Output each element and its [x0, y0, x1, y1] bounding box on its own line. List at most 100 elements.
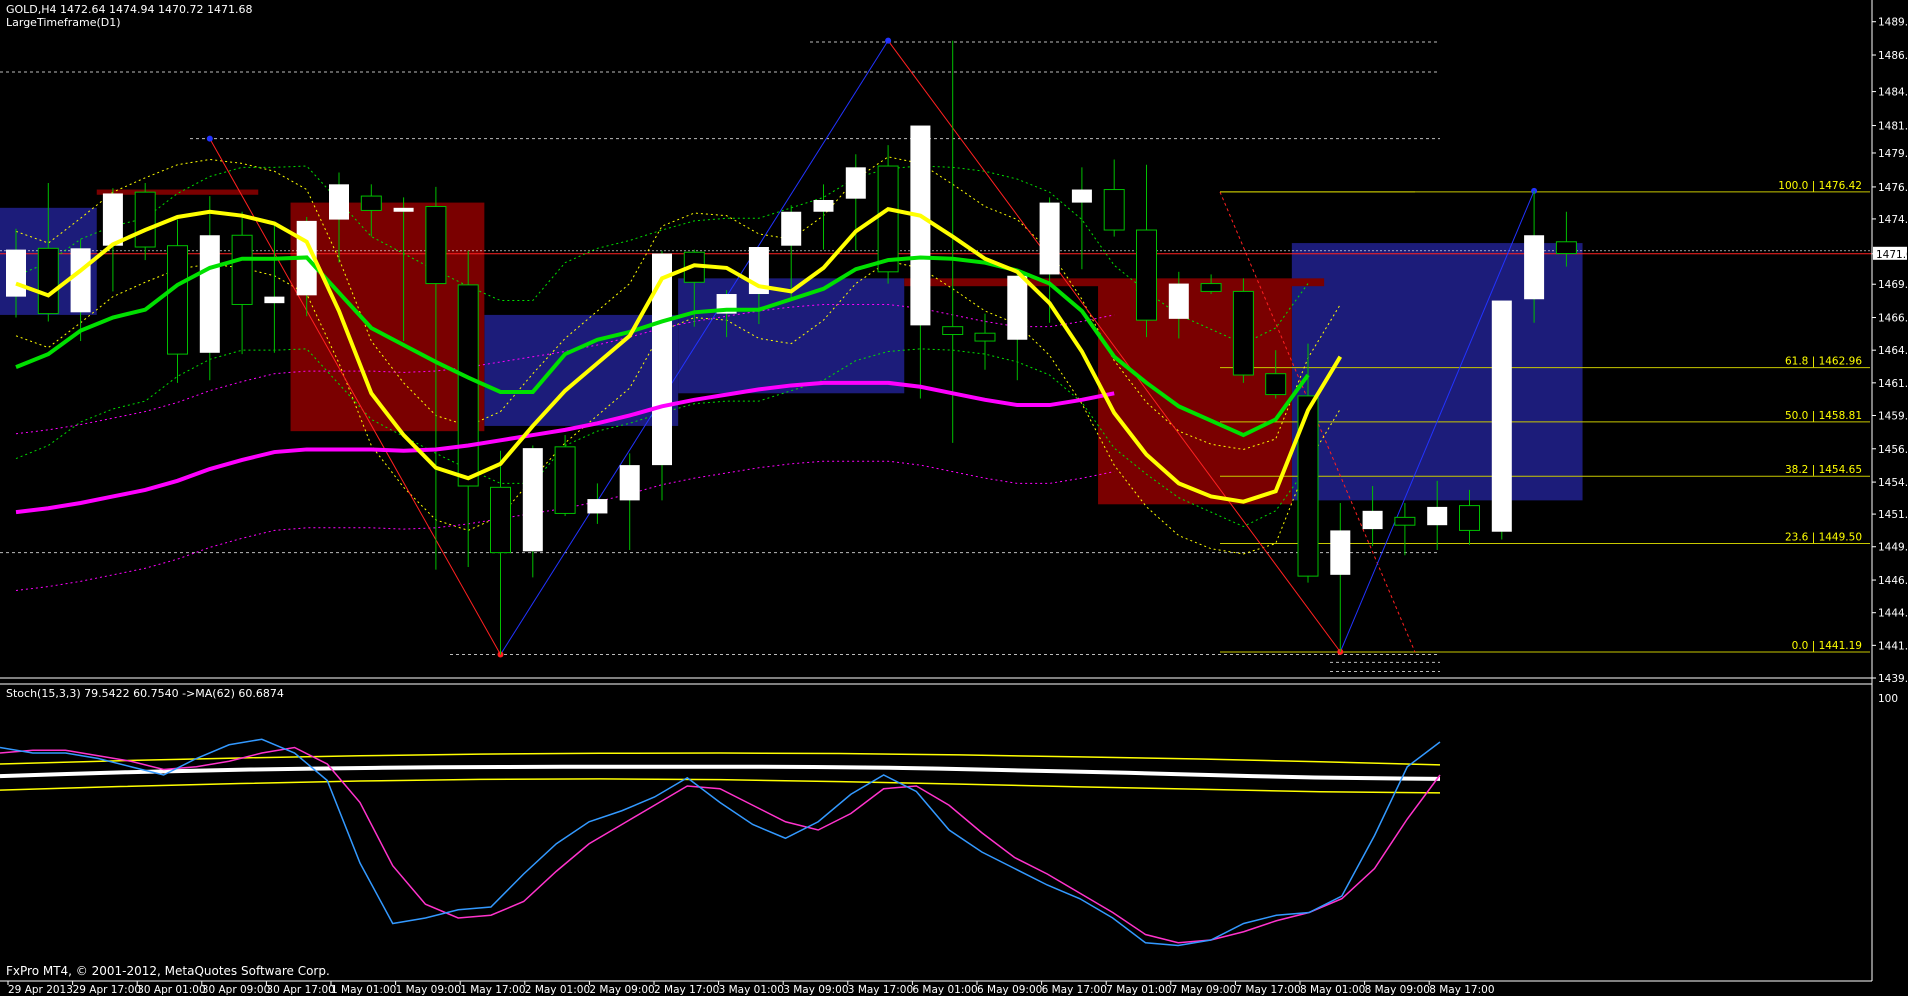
candle-body-bull: [1330, 530, 1351, 575]
candle-body-bull: [781, 211, 802, 246]
candle-body-bear: [974, 332, 996, 342]
time-tick-label: 2 May 01:00: [525, 984, 590, 996]
fib-level-label: 23.6 | 1449.50: [1785, 531, 1862, 543]
candle-body-bear: [231, 234, 253, 305]
price-tick-label: 1474.35: [1878, 214, 1908, 226]
time-tick-label: 30 Apr 01:00: [137, 984, 205, 996]
candle-body-bull: [1491, 300, 1512, 532]
candle-body-bear: [167, 245, 188, 355]
candle-body-bear: [1459, 505, 1480, 531]
candle-body-bull: [845, 167, 866, 199]
candle-body-bear: [877, 165, 899, 273]
price-tick-label: 1451.75: [1878, 509, 1908, 521]
candle-body-bear: [1232, 290, 1254, 376]
price-tick-label: 1456.75: [1878, 444, 1908, 456]
time-tick-label: 1 May 01:00: [331, 984, 396, 996]
stoch-tick-label: 100: [1878, 693, 1898, 705]
candle-body-bear: [1200, 283, 1222, 292]
candle-body-bear: [1103, 189, 1125, 231]
candle-body-bear: [360, 195, 382, 211]
price-tick-label: 1489.45: [1878, 17, 1908, 29]
candle-body-bear: [1394, 516, 1416, 526]
price-tick-label: 1459.30: [1878, 410, 1908, 422]
candle-body-bull: [619, 465, 640, 501]
fib-level-label: 38.2 | 1454.65: [1785, 464, 1862, 476]
price-tick-label: 1481.50: [1878, 121, 1908, 133]
price-tick-label: 1439.20: [1878, 673, 1908, 685]
zigzag-point: [206, 135, 213, 142]
candle-body-bear: [1555, 241, 1577, 255]
time-tick-label: 2 May 09:00: [589, 984, 654, 996]
candle-body-bull: [329, 184, 349, 220]
candle-body-bull: [587, 499, 608, 514]
time-tick-label: 3 May 01:00: [719, 984, 784, 996]
price-tick-label: 1486.90: [1878, 50, 1908, 62]
candle-body-bull: [1039, 202, 1060, 275]
price-tick-label: 1484.10: [1878, 87, 1908, 99]
price-tick-label: 1479.40: [1878, 148, 1908, 160]
time-tick-label: 2 May 17:00: [654, 984, 719, 996]
candle-body-bear: [1265, 373, 1287, 396]
candle-body-bear: [1136, 229, 1157, 321]
candle-body-bull: [393, 207, 414, 212]
candle-body-bull: [1007, 275, 1028, 340]
time-tick-label: 6 May 01:00: [912, 984, 977, 996]
candle-body-bull: [1168, 283, 1189, 319]
price-tick-label: 1464.30: [1878, 345, 1908, 357]
candle-body-bear: [490, 486, 511, 554]
time-tick-label: 8 May 09:00: [1365, 984, 1430, 996]
candle-body-bull: [910, 125, 931, 326]
candle-body-bear: [942, 326, 964, 336]
indicator-title: Stoch(15,3,3) 79.5422 60.7540 ->MA(62) 6…: [6, 687, 284, 700]
time-tick-label: 6 May 09:00: [977, 984, 1042, 996]
time-tick-label: 29 Apr 2013: [8, 984, 73, 996]
time-tick-label: 1 May 17:00: [460, 984, 525, 996]
main-title: GOLD,H4 1472.64 1474.94 1470.72 1471.68: [6, 3, 253, 16]
candle-body-bull: [264, 296, 285, 304]
current-price-label: 1471.68: [1876, 249, 1908, 261]
candle-body-bull: [1362, 510, 1383, 530]
price-tick-label: 1446.70: [1878, 575, 1908, 587]
candle-body-bull: [1071, 189, 1092, 203]
candle-body-bull: [1427, 506, 1448, 526]
time-tick-label: 3 May 17:00: [848, 984, 913, 996]
time-tick-label: 3 May 09:00: [783, 984, 848, 996]
price-tick-label: 1454.20: [1878, 477, 1908, 489]
price-tick-label: 1476.80: [1878, 182, 1908, 194]
time-tick-label: 7 May 17:00: [1235, 984, 1300, 996]
sub-title: LargeTimeframe(D1): [6, 16, 121, 29]
bear-zone-box: [1098, 279, 1292, 505]
time-tick-label: 30 Apr 17:00: [266, 984, 334, 996]
candle-body-bear: [37, 247, 59, 315]
price-tick-label: 1449.25: [1878, 542, 1908, 554]
price-tick-label: 1444.20: [1878, 608, 1908, 620]
fib-level-label: 50.0 | 1458.81: [1785, 410, 1862, 422]
candle-body-bull: [199, 235, 220, 353]
zigzag-point: [885, 37, 892, 44]
time-tick-label: 8 May 17:00: [1429, 984, 1494, 996]
candle-body-bull: [6, 249, 26, 297]
candle-body-bull: [813, 199, 834, 212]
candle-body-bear: [554, 446, 576, 514]
price-tick-label: 1469.35: [1878, 279, 1908, 291]
bear-zone-box: [290, 202, 485, 432]
fib-level-label: 61.8 | 1462.96: [1785, 356, 1862, 368]
time-tick-label: 7 May 09:00: [1171, 984, 1236, 996]
time-tick-label: 6 May 17:00: [1042, 984, 1107, 996]
time-tick-label: 8 May 01:00: [1300, 984, 1365, 996]
candle-body-bull: [1524, 235, 1545, 300]
fib-level-label: 0.0 | 1441.19: [1792, 640, 1862, 652]
candle-body-bull: [70, 248, 91, 313]
copyright-label: FxPro MT4, © 2001-2012, MetaQuotes Softw…: [6, 964, 330, 978]
price-tick-label: 1441.70: [1878, 640, 1908, 652]
chart-canvas: 100.0 | 1476.42 61.8 | 1462.96 50.0 | 1458…: [0, 0, 1908, 996]
candle-body-bull: [652, 253, 672, 466]
time-tick-label: 29 Apr 17:00: [73, 984, 141, 996]
time-tick-label: 30 Apr 09:00: [202, 984, 270, 996]
candle-body-bear: [457, 284, 479, 487]
candle-body-bear: [134, 191, 156, 248]
chart-background: [0, 0, 1908, 996]
price-tick-label: 1461.80: [1878, 378, 1908, 390]
time-tick-label: 7 May 01:00: [1106, 984, 1171, 996]
price-tick-label: 1466.80: [1878, 313, 1908, 325]
